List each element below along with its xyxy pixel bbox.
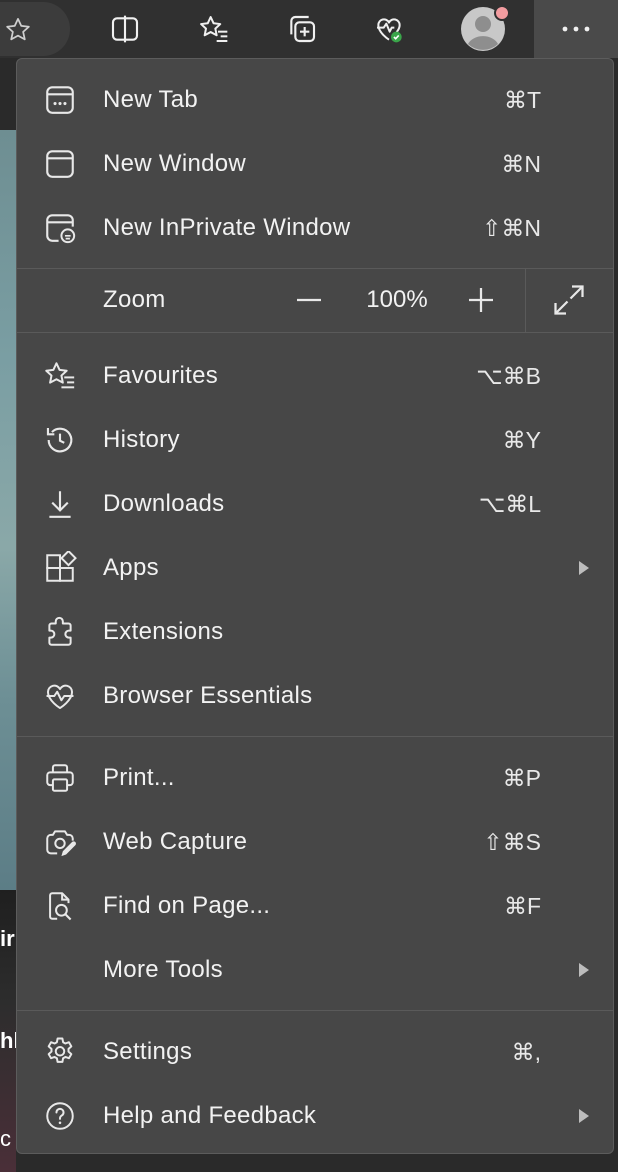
zoom-in-button[interactable] — [463, 282, 499, 318]
address-bar-end[interactable] — [0, 2, 70, 56]
heart-pulse-icon — [43, 679, 77, 713]
apps-icon — [43, 551, 77, 585]
menu-item-label: Browser Essentials — [103, 682, 313, 709]
menu-item-print[interactable]: Print... ⌘P — [17, 746, 613, 810]
split-screen-icon[interactable] — [102, 6, 148, 52]
menu-item-new-window[interactable]: New Window ⌘N — [17, 132, 613, 196]
fullscreen-icon — [554, 285, 584, 315]
menu-item-label: Find on Page... — [103, 892, 271, 919]
fullscreen-button[interactable] — [551, 282, 587, 318]
extensions-icon — [43, 615, 77, 649]
favourites-icon — [43, 359, 77, 393]
menu-item-settings[interactable]: Settings ⌘, — [17, 1020, 613, 1084]
inprivate-icon — [43, 211, 77, 245]
menu-item-apps[interactable]: Apps — [17, 536, 613, 600]
shortcut-label: ⌥⌘B — [476, 363, 541, 389]
submenu-arrow-icon — [579, 561, 589, 575]
find-on-page-icon — [43, 889, 77, 923]
background-page-text: hl — [0, 1028, 16, 1053]
settings-and-more-menu: New Tab ⌘T New Window ⌘N New InPrivate W… — [16, 58, 614, 1154]
browser-essentials-icon[interactable] — [366, 6, 412, 52]
menu-item-label: History — [103, 426, 180, 453]
menu-item-label: Print... — [103, 764, 175, 791]
menu-divider — [17, 1010, 613, 1011]
zoom-out-button[interactable] — [291, 282, 327, 318]
menu-item-find-on-page[interactable]: Find on Page... ⌘F — [17, 874, 613, 938]
profile-avatar[interactable] — [459, 5, 510, 53]
notification-dot — [494, 5, 510, 21]
settings-and-more-button[interactable] — [534, 0, 618, 58]
menu-item-label: Extensions — [103, 618, 224, 645]
shortcut-label: ⌘F — [503, 893, 541, 919]
new-tab-icon — [43, 83, 77, 117]
print-icon — [43, 761, 77, 795]
menu-item-label: Web Capture — [103, 828, 248, 855]
menu-item-new-tab[interactable]: New Tab ⌘T — [17, 68, 613, 132]
shortcut-label: ⌘T — [503, 87, 541, 113]
menu-item-browser-essentials[interactable]: Browser Essentials — [17, 664, 613, 728]
browser-toolbar — [0, 0, 618, 58]
web-capture-icon — [43, 825, 77, 859]
menu-item-history[interactable]: History ⌘Y — [17, 408, 613, 472]
settings-gear-icon — [43, 1035, 77, 1069]
help-icon — [43, 1099, 77, 1133]
menu-item-favourites[interactable]: Favourites ⌥⌘B — [17, 344, 613, 408]
new-window-icon — [43, 147, 77, 181]
zoom-divider — [525, 268, 526, 332]
plus-icon — [469, 288, 493, 312]
menu-item-label: Downloads — [103, 490, 225, 517]
menu-item-new-inprivate-window[interactable]: New InPrivate Window ⇧⌘N — [17, 196, 613, 260]
background-page-image — [0, 130, 16, 890]
shortcut-label: ⌘Y — [502, 427, 541, 453]
menu-item-label: Apps — [103, 554, 159, 581]
menu-item-label: Help and Feedback — [103, 1102, 317, 1129]
background-page-text: c — [0, 1126, 11, 1151]
menu-divider — [17, 736, 613, 737]
menu-item-help-and-feedback[interactable]: Help and Feedback — [17, 1084, 613, 1148]
shortcut-label: ⌥⌘L — [478, 491, 541, 517]
menu-item-label: New Window — [103, 150, 247, 177]
collections-icon[interactable] — [279, 6, 325, 52]
zoom-row: Zoom 100% — [17, 268, 613, 332]
download-icon — [43, 487, 77, 521]
more-icon — [562, 26, 590, 32]
minus-icon — [297, 298, 321, 302]
menu-item-label: Settings — [103, 1038, 193, 1065]
menu-item-web-capture[interactable]: Web Capture ⇧⌘S — [17, 810, 613, 874]
shortcut-label: ⌘N — [501, 151, 541, 177]
menu-divider — [17, 332, 613, 333]
zoom-label: Zoom — [103, 286, 166, 313]
menu-item-downloads[interactable]: Downloads ⌥⌘L — [17, 472, 613, 536]
shortcut-label: ⌘, — [511, 1039, 541, 1065]
submenu-arrow-icon — [579, 963, 589, 977]
menu-item-label: New Tab — [103, 86, 199, 113]
menu-item-label: Favourites — [103, 362, 219, 389]
menu-item-label: New InPrivate Window — [103, 214, 351, 241]
favorite-star-icon[interactable] — [4, 16, 32, 44]
history-icon — [43, 423, 77, 457]
menu-item-label: More Tools — [103, 956, 223, 983]
menu-item-more-tools[interactable]: More Tools — [17, 938, 613, 1002]
favorites-icon[interactable] — [191, 6, 237, 52]
shortcut-label: ⇧⌘S — [483, 829, 541, 855]
background-page-text: ir — [0, 926, 15, 951]
zoom-level: 100% — [366, 286, 428, 313]
submenu-arrow-icon — [579, 1109, 589, 1123]
shortcut-label: ⌘P — [502, 765, 541, 791]
shortcut-label: ⇧⌘N — [482, 215, 541, 241]
menu-item-extensions[interactable]: Extensions — [17, 600, 613, 664]
